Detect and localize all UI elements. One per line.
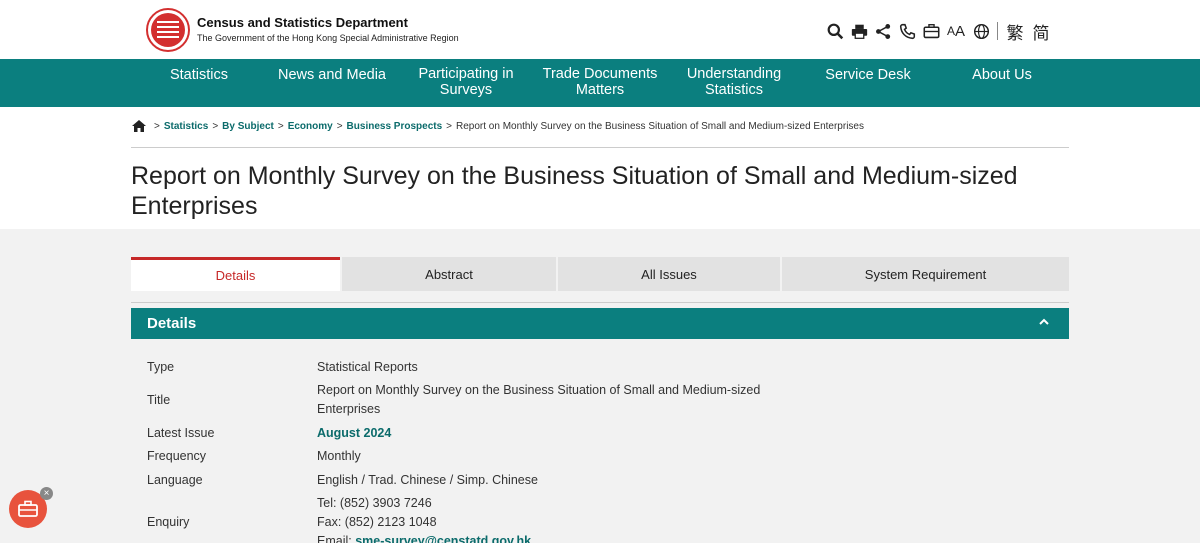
language-value: English / Trad. Chinese / Simp. Chinese [317, 473, 538, 487]
page-title: Report on Monthly Survey on the Business… [131, 162, 1018, 220]
nav-service-desk[interactable]: Service Desk [822, 67, 914, 83]
nav-news-and-media[interactable]: News and Media [276, 67, 388, 83]
type-value: Statistical Reports [317, 360, 418, 374]
globe-icon[interactable] [969, 20, 993, 42]
chevron-up-icon[interactable] [1039, 317, 1049, 327]
logo-emblem [151, 13, 185, 47]
tools-divider [997, 22, 998, 40]
print-icon[interactable] [847, 20, 871, 42]
nav-trade-documents-matters[interactable]: Trade Documents Matters [540, 66, 660, 98]
breadcrumb: > Statistics > By Subject > Economy > Bu… [132, 120, 864, 132]
lang-trad-chinese[interactable]: 繁 [1002, 20, 1028, 43]
nav-understanding-statistics[interactable]: Understanding Statistics [684, 66, 784, 98]
title-value-line2: Enterprises [317, 402, 381, 416]
breadcrumb-by-subject[interactable]: By Subject [222, 121, 274, 132]
enquiry-fax: Fax: (852) 2123 1048 [317, 515, 437, 529]
frequency-label: Frequency [147, 449, 207, 463]
nav-about-us[interactable]: About Us [966, 67, 1038, 83]
enquiry-email: Email: sme-survey@censtatd.gov.hk [317, 532, 531, 543]
breadcrumb-divider [131, 147, 1069, 148]
latest-issue-link[interactable]: August 2024 [317, 424, 391, 443]
header-tools: AA 繁 简 [823, 20, 1054, 43]
title-label: Title [147, 393, 171, 407]
enquiry-tel: Tel: (852) 3903 7246 [317, 496, 432, 510]
breadcrumb-business-prospects[interactable]: Business Prospects [347, 121, 443, 132]
org-subtitle: The Government of the Hong Kong Special … [197, 33, 459, 43]
font-size-icon[interactable]: AA [943, 20, 969, 42]
title-value-line1: Report on Monthly Survey on the Business… [317, 383, 761, 397]
enquiry-email-link[interactable]: sme-survey@censtatd.gov.hk [355, 534, 531, 543]
tabs-divider [131, 302, 1069, 303]
details-heading: Details [147, 315, 197, 332]
enquiry-label: Enquiry [147, 515, 190, 529]
close-icon[interactable]: × [40, 487, 53, 500]
tab-details[interactable]: Details [131, 257, 340, 291]
tab-abstract[interactable]: Abstract [342, 257, 556, 291]
org-name[interactable]: Census and Statistics Department [197, 15, 408, 30]
breadcrumb-economy[interactable]: Economy [288, 121, 333, 132]
details-panel-header[interactable]: Details [131, 308, 1069, 339]
breadcrumb-current: Report on Monthly Survey on the Business… [456, 120, 864, 132]
department-logo[interactable] [146, 8, 190, 52]
latest-issue-label: Latest Issue [147, 426, 215, 440]
home-icon[interactable] [132, 120, 146, 132]
share-icon[interactable] [871, 20, 895, 42]
toolbox-icon [18, 500, 38, 517]
tab-system-requirement[interactable]: System Requirement [782, 257, 1069, 291]
language-label: Language [147, 473, 203, 487]
phone-icon[interactable] [895, 20, 919, 42]
tab-all-issues[interactable]: All Issues [558, 257, 780, 291]
frequency-value: Monthly [317, 449, 361, 463]
nav-participating-in-surveys[interactable]: Participating in Surveys [414, 66, 518, 98]
breadcrumb-statistics[interactable]: Statistics [164, 121, 208, 132]
main-nav: Statistics News and Media Participating … [0, 59, 1200, 107]
briefcase-icon[interactable] [919, 20, 943, 42]
nav-statistics[interactable]: Statistics [166, 67, 232, 83]
search-icon[interactable] [823, 20, 847, 42]
lang-simp-chinese[interactable]: 简 [1028, 20, 1054, 43]
type-label: Type [147, 360, 175, 374]
site-header: Census and Statistics Department The Gov… [0, 0, 1200, 59]
